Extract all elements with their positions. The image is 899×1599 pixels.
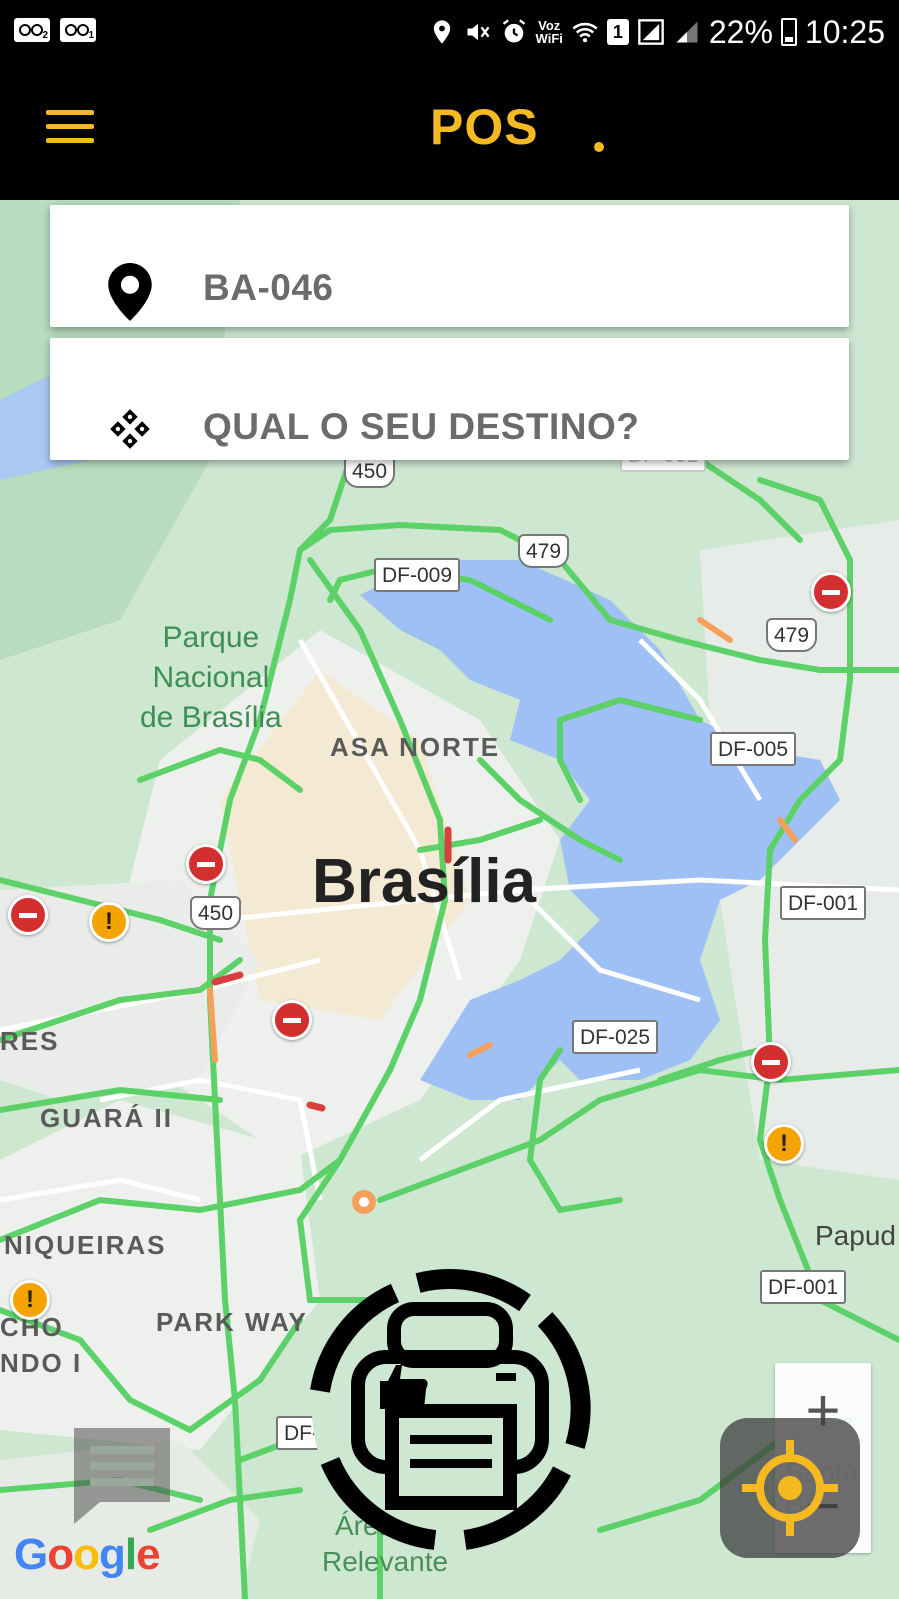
sim-slot-badge: 1 <box>606 19 629 45</box>
printer-action-button[interactable] <box>300 1261 600 1561</box>
origin-input[interactable] <box>203 265 829 311</box>
district-label: GUARÁ II <box>40 1103 173 1133</box>
wifi-icon <box>572 22 598 43</box>
road-closed-marker[interactable] <box>272 1000 312 1040</box>
crosshair-icon <box>742 1440 838 1536</box>
road-shield: DF-005 <box>710 732 797 766</box>
app-screen: 2 1 Voz WiFi 1 22% 10:25 POS Parque Naci… <box>0 0 899 1599</box>
voicemail-count: 1 <box>88 30 94 41</box>
warning-icon[interactable]: ! <box>10 1280 50 1320</box>
my-location-button[interactable] <box>720 1418 860 1558</box>
road-closed-marker[interactable] <box>186 844 226 884</box>
app-bar: POS <box>0 64 899 200</box>
park-label: Parque Nacional de Brasília <box>140 618 282 738</box>
title-dot <box>594 142 604 152</box>
voicemail-icon: 1 <box>60 18 96 42</box>
warning-icon[interactable]: ! <box>764 1124 804 1164</box>
app-title: POS <box>430 99 539 155</box>
park-label-line: Parque <box>162 621 260 654</box>
logo-letter: l <box>124 1530 137 1579</box>
warning-icon[interactable]: ! <box>89 902 129 942</box>
road-closed-marker[interactable] <box>811 572 851 612</box>
signal-2-icon <box>676 21 698 43</box>
road-shield: 450 <box>190 896 242 930</box>
destination-card[interactable] <box>50 338 849 460</box>
signal-icon <box>638 19 664 45</box>
logo-letter: o <box>73 1530 100 1579</box>
district-label: Papud <box>815 1220 896 1251</box>
status-left: 2 1 <box>14 18 96 42</box>
road-shield: DF-025 <box>572 1020 659 1054</box>
logo-letter: G <box>14 1530 48 1579</box>
voicemail-icon: 2 <box>14 18 50 42</box>
road-shield: 479 <box>766 618 818 652</box>
location-pin-icon <box>108 263 152 321</box>
alarm-icon <box>502 19 525 43</box>
road-closed-marker[interactable] <box>751 1042 791 1082</box>
park-label-line: Nacional <box>152 661 270 694</box>
chat-icon[interactable] <box>70 1424 174 1528</box>
city-label: Brasília <box>312 847 537 916</box>
road-closed-marker[interactable] <box>8 895 48 935</box>
voicemail-count: 2 <box>42 30 48 41</box>
location-icon <box>433 20 450 44</box>
printer-icon <box>310 1269 591 1550</box>
google-logo: Google <box>14 1530 161 1580</box>
battery-icon <box>780 18 797 46</box>
status-bar: 2 1 Voz WiFi 1 22% 10:25 <box>0 0 899 64</box>
district-label: NDO I <box>0 1348 83 1378</box>
destination-input[interactable] <box>203 404 829 450</box>
status-right: Voz WiFi 1 22% 10:25 <box>428 10 885 54</box>
destination-icon <box>110 409 150 449</box>
battery-percent: 22% <box>708 13 773 50</box>
hamburger-menu-icon[interactable] <box>46 110 94 150</box>
road-shield: DF-009 <box>374 558 461 592</box>
wifi-label: WiFi <box>535 31 563 46</box>
road-shield: 479 <box>518 534 570 568</box>
district-label: ASA NORTE <box>330 732 501 762</box>
district-label: RES <box>0 1026 60 1056</box>
mute-vibrate-icon <box>467 23 489 41</box>
park-label-line: de Brasília <box>140 701 282 734</box>
origin-card[interactable] <box>50 205 849 327</box>
logo-letter: e <box>136 1530 161 1579</box>
road-shield: DF-001 <box>760 1270 847 1304</box>
road-shield: DF-001 <box>780 886 867 920</box>
clock: 10:25 <box>804 13 885 50</box>
logo-letter: g <box>99 1530 126 1579</box>
voz-wifi-label: Voz WiFi <box>536 19 563 45</box>
logo-letter: o <box>47 1530 74 1579</box>
district-label: PARK WAY <box>156 1307 308 1337</box>
district-label: NIQUEIRAS <box>4 1230 167 1260</box>
